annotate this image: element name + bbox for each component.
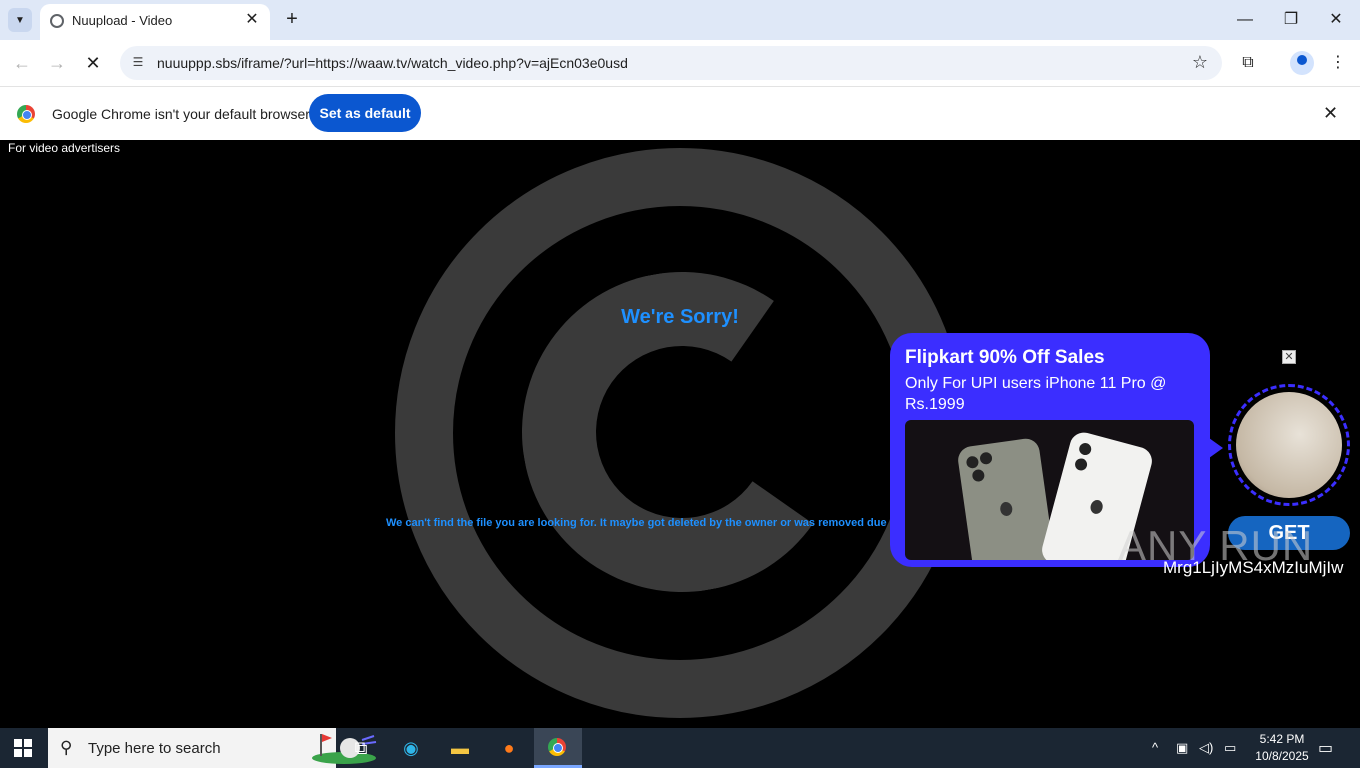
ad-close-icon[interactable]: ✕ [1282, 350, 1296, 364]
tab-search-button[interactable]: ▼ [8, 8, 32, 32]
screen: ▼ Nuupload - Video ✕ + — ❐ ✕ ← → ✕ ☰ nuu… [0, 0, 1360, 768]
notifications-icon[interactable]: ▭ [1318, 738, 1333, 758]
clock-date: 10/8/2025 [1255, 749, 1309, 763]
search-icon: ⚲ [60, 738, 73, 757]
firefox-icon[interactable]: ● [495, 734, 523, 762]
chrome-taskbar-icon [548, 738, 566, 756]
forward-button[interactable]: → [44, 50, 70, 76]
back-button[interactable]: ← [9, 50, 35, 76]
default-browser-infobar: Google Chrome isn't your default browser… [0, 86, 1360, 140]
tab-title: Nuupload - Video [72, 13, 173, 28]
ad-title[interactable]: Flipkart 90% Off Sales [905, 347, 1105, 369]
search-placeholder: Type here to search [88, 740, 221, 757]
url-text[interactable]: nuuuppp.sbs/iframe/?url=https://waaw.tv/… [157, 55, 628, 71]
error-message: We can't find the file you are looking f… [386, 517, 892, 529]
ad-avatar-image[interactable] [1228, 384, 1350, 506]
tab-strip: ▼ Nuupload - Video ✕ + — ❐ ✕ [0, 0, 1360, 40]
display-icon[interactable]: ▭ [1224, 740, 1236, 756]
tab-close-icon[interactable]: ✕ [242, 10, 262, 30]
bookmark-star-icon[interactable]: ☆ [1192, 52, 1208, 73]
windows-start-icon[interactable] [14, 739, 32, 757]
edge-icon[interactable]: ◉ [397, 734, 425, 762]
address-bar[interactable]: ☰ nuuuppp.sbs/iframe/?url=https://waaw.t… [120, 46, 1222, 80]
profile-avatar[interactable] [1290, 51, 1314, 75]
file-explorer-icon[interactable]: ▬ [446, 734, 474, 762]
maximize-button[interactable]: ❐ [1275, 6, 1307, 34]
chevron-down-icon: ▼ [15, 14, 25, 26]
anyrun-id-text: Mrg1LjIyMS4xMzIuMjIw [1163, 558, 1344, 577]
task-view-icon[interactable]: ⧉ [347, 734, 375, 762]
ad-subtitle[interactable]: Only For UPI users iPhone 11 Pro @ Rs.19… [905, 373, 1185, 415]
taskbar-search-box[interactable]: ⚲ Type here to search [48, 728, 377, 768]
new-tab-button[interactable]: + [280, 8, 304, 32]
tray-chevron-icon[interactable]: ^ [1152, 740, 1158, 755]
volume-icon[interactable]: ◁) [1199, 740, 1213, 756]
close-window-button[interactable]: ✕ [1320, 6, 1352, 34]
taskbar-clock[interactable]: 5:42 PM 10/8/2025 [1252, 731, 1312, 765]
set-as-default-button[interactable]: Set as default [309, 94, 421, 132]
extensions-icon[interactable]: ⧉ [1237, 52, 1259, 74]
menu-kebab-icon[interactable]: ⋮ [1327, 52, 1349, 74]
stop-loading-button[interactable]: ✕ [80, 50, 106, 76]
phone-image-green [956, 436, 1056, 560]
ad-pointer [1209, 438, 1223, 458]
site-info-icon[interactable]: ☰ [130, 55, 146, 71]
active-tab[interactable]: Nuupload - Video ✕ [40, 4, 270, 40]
error-title: We're Sorry! [621, 306, 739, 328]
chrome-taskbar-button[interactable] [534, 728, 582, 768]
loading-favicon-icon [50, 14, 64, 28]
clock-time: 5:42 PM [1259, 732, 1305, 746]
advertisers-link[interactable]: For video advertisers [8, 141, 120, 155]
network-icon[interactable]: ▣ [1176, 740, 1188, 756]
browser-toolbar: ← → ✕ ☰ nuuuppp.sbs/iframe/?url=https://… [0, 40, 1360, 86]
minimize-button[interactable]: — [1229, 6, 1261, 34]
infobar-message: Google Chrome isn't your default browser [52, 106, 310, 122]
infobar-close-icon[interactable]: ✕ [1323, 103, 1338, 124]
windows-taskbar: ⚲ Type here to search ⧉ ◉ ▬ ● ^ ▣ ◁) ▭ 5… [0, 728, 1360, 768]
chrome-logo-icon [17, 105, 35, 123]
